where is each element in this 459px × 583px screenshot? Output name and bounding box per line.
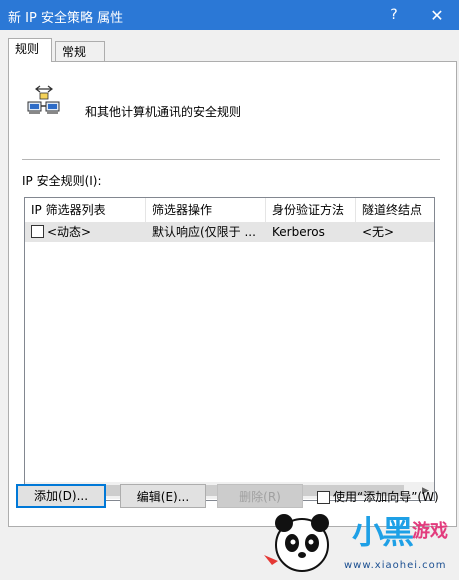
watermark-url: www.xiaohei.com xyxy=(344,560,447,571)
column-header-filter-action[interactable]: 筛选器操作 xyxy=(146,198,266,222)
tab-general[interactable]: 常规 xyxy=(55,41,105,63)
watermark-brand: 小黑 xyxy=(352,513,414,551)
title-bar: 新 IP 安全策略 属性 ? ✕ xyxy=(0,0,459,30)
rules-list[interactable]: IP 筛选器列表 筛选器操作 身份验证方法 隧道终结点 <动态> 默认响应(仅限… xyxy=(24,197,435,501)
table-row[interactable]: <动态> 默认响应(仅限于 ... Kerberos <无> xyxy=(25,222,434,242)
help-button[interactable]: ? xyxy=(372,0,416,30)
rule-checkbox[interactable] xyxy=(31,225,44,238)
add-wizard-label: 使用“添加向导”(W) xyxy=(333,490,439,504)
cell-filter-list: <动态> xyxy=(47,225,92,239)
panel-description: 和其他计算机通讯的安全规则 xyxy=(85,105,242,119)
watermark-logo: 小黑 游戏 www.xiaohei.com xyxy=(262,505,459,580)
column-header-tunnel-endpoint[interactable]: 隧道终结点 xyxy=(356,198,434,222)
cell-filter-action: 默认响应(仅限于 ... xyxy=(152,225,256,239)
add-button[interactable]: 添加(D)... xyxy=(16,484,106,508)
column-header-auth-method[interactable]: 身份验证方法 xyxy=(266,198,356,222)
window-title: 新 IP 安全策略 属性 xyxy=(8,11,124,26)
cell-tunnel-endpoint: <无> xyxy=(362,225,395,239)
tab-rules[interactable]: 规则 xyxy=(8,38,52,62)
divider xyxy=(22,159,440,160)
list-header: IP 筛选器列表 筛选器操作 身份验证方法 隧道终结点 xyxy=(25,198,434,222)
network-computers-icon xyxy=(27,85,60,114)
close-button[interactable]: ✕ xyxy=(415,0,459,30)
dialog-body: 规则 常规 和其他计算机通讯的安全规则 IP 安全规则(I): IP 筛选器列表… xyxy=(0,30,459,580)
add-wizard-checkbox[interactable] xyxy=(317,491,330,504)
column-header-filter-list[interactable]: IP 筛选器列表 xyxy=(25,198,146,222)
edit-button[interactable]: 编辑(E)... xyxy=(120,484,206,508)
panda-mascot-icon xyxy=(264,514,329,572)
cell-auth-method: Kerberos xyxy=(272,225,325,239)
rules-list-label: IP 安全规则(I): xyxy=(22,174,102,188)
watermark-game: 游戏 xyxy=(412,521,448,542)
